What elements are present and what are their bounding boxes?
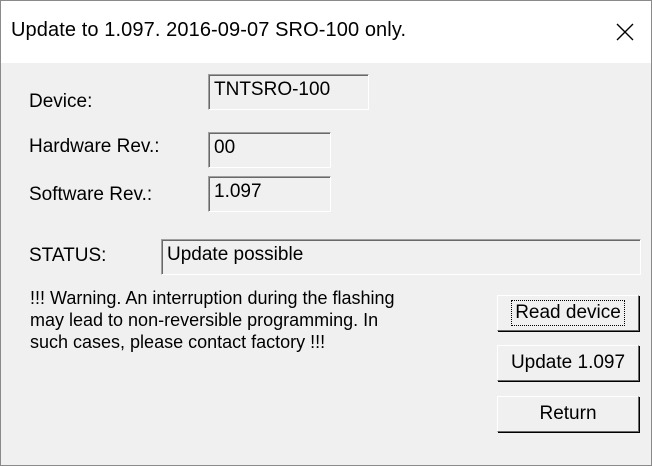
close-button[interactable] [601,1,649,63]
warning-line-1: !!! Warning. An interruption during the … [30,288,395,308]
hardware-rev-label: Hardware Rev.: [29,136,160,157]
title-bar: Update to 1.097. 2016-09-07 SRO-100 only… [1,1,651,63]
status-field: Update possible [161,239,641,275]
read-device-button[interactable]: Read device [497,295,639,331]
update-dialog: Update to 1.097. 2016-09-07 SRO-100 only… [0,0,652,466]
software-rev-label: Software Rev.: [29,184,153,205]
warning-line-3: such cases, please contact factory !!! [30,332,326,352]
status-label: STATUS: [29,245,107,266]
warning-text: !!! Warning. An interruption during the … [30,287,490,353]
warning-line-2: may lead to non-reversible programming. … [30,310,379,330]
close-icon [616,23,634,41]
return-button-label: Return [539,403,597,424]
update-button-label: Update 1.097 [510,352,626,373]
device-field: TNTSRO-100 [208,74,369,110]
window-title: Update to 1.097. 2016-09-07 SRO-100 only… [11,19,407,41]
hardware-rev-field: 00 [208,132,331,168]
read-device-button-label: Read device [511,300,625,326]
software-rev-field: 1.097 [208,176,331,212]
update-button[interactable]: Update 1.097 [497,345,639,381]
device-label: Device: [29,91,93,112]
return-button[interactable]: Return [497,396,639,432]
